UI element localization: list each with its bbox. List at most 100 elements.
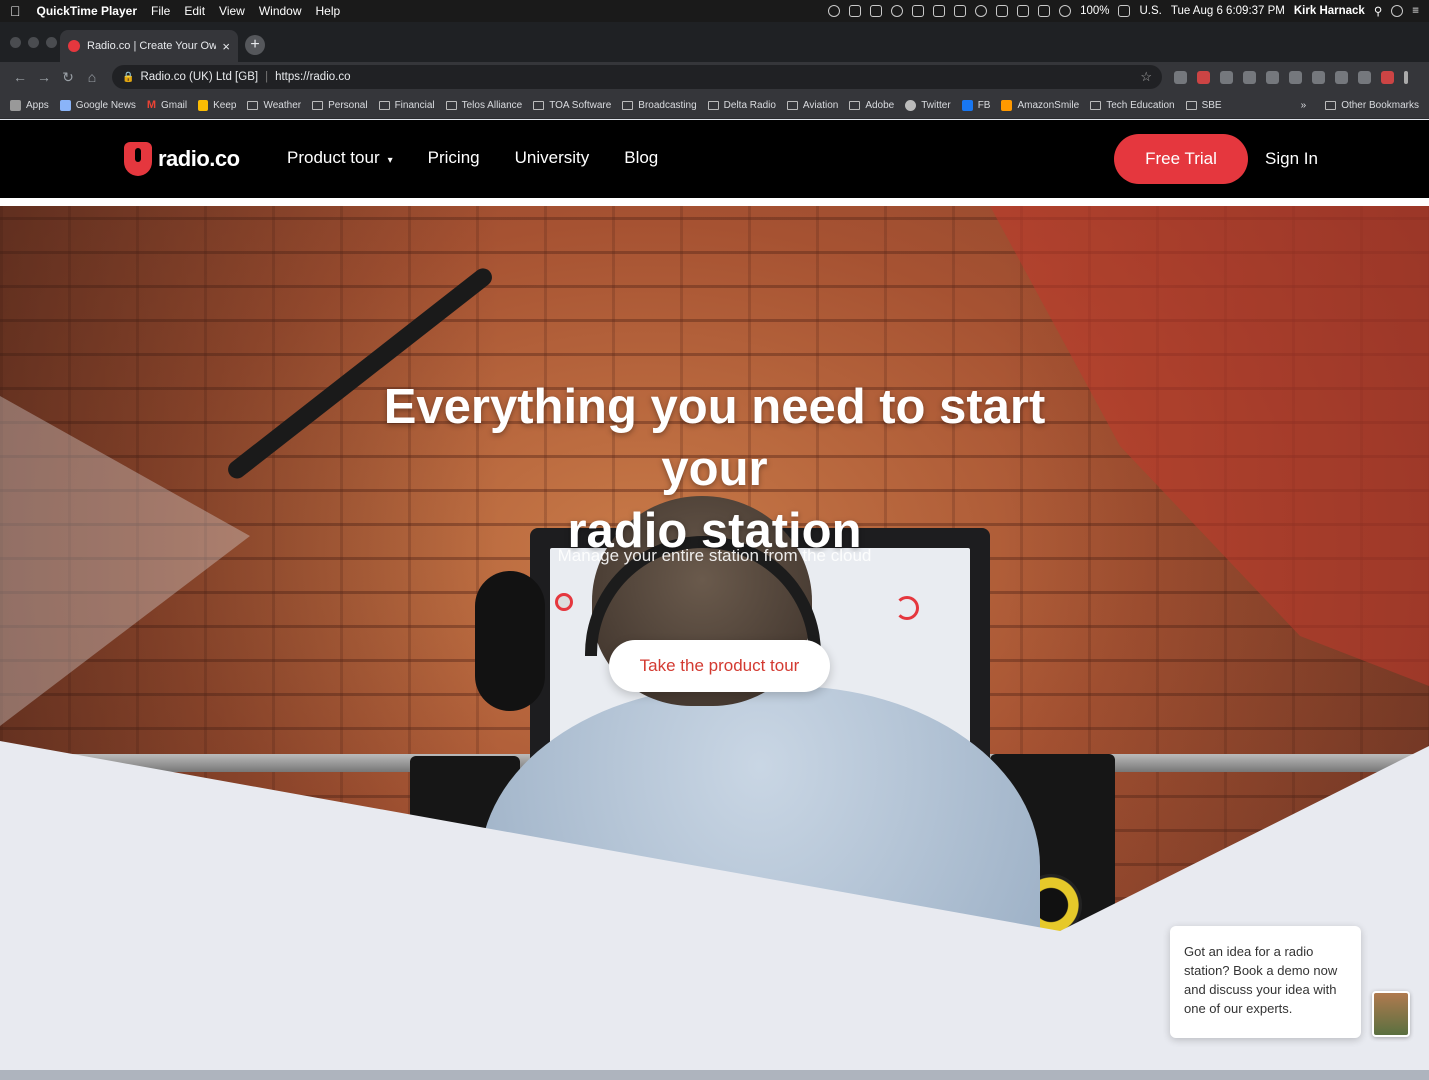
dropbox-icon[interactable] <box>849 5 862 17</box>
sign-in-link[interactable]: Sign In <box>1265 149 1318 169</box>
menu-app-name[interactable]: QuickTime Player <box>37 4 138 18</box>
siri-icon[interactable] <box>1391 5 1404 17</box>
nav-blog[interactable]: Blog <box>624 148 658 168</box>
zoom-window-icon[interactable] <box>46 37 57 48</box>
bookmarks-overflow-icon[interactable]: » <box>1301 100 1307 111</box>
lock-icon[interactable]: 🔒 <box>122 72 134 83</box>
bookmark-sbe[interactable]: SBE <box>1185 99 1222 111</box>
bookmark-twitter[interactable]: Twitter <box>905 99 951 111</box>
time-machine-icon[interactable] <box>975 5 988 17</box>
chat-agent-avatar[interactable] <box>1372 991 1410 1037</box>
free-trial-button[interactable]: Free Trial <box>1114 134 1248 184</box>
bookmark-financial[interactable]: Financial <box>378 100 435 111</box>
battery-icon[interactable] <box>1118 5 1131 17</box>
hero-subline: Manage your entire station from the clou… <box>557 546 872 565</box>
bookmark-broadcasting[interactable]: Broadcasting <box>622 100 697 111</box>
bookmark-amazonsmile[interactable]: AmazonSmile <box>1001 99 1079 111</box>
close-window-icon[interactable] <box>10 37 21 48</box>
back-icon[interactable]: ← <box>8 69 32 85</box>
clock[interactable]: Tue Aug 6 6:09:37 PM <box>1171 5 1285 17</box>
bookmark-other[interactable]: » Other Bookmarks <box>1301 100 1419 111</box>
hero-headline: Everything you need to start your radio … <box>0 376 1429 562</box>
main-nav: Product tour ▾ Pricing University Blog <box>287 148 658 168</box>
bluetooth-icon[interactable] <box>996 5 1009 17</box>
url-text[interactable]: https://radio.co <box>275 71 350 83</box>
bookmark-apps[interactable]: Apps <box>10 99 49 111</box>
bookmark-tech-education[interactable]: Tech Education <box>1090 100 1175 111</box>
reload-icon[interactable]: ↻ <box>56 69 80 86</box>
bookmark-delta-radio[interactable]: Delta Radio <box>707 100 776 111</box>
wifi-icon[interactable] <box>1059 5 1072 17</box>
volume-icon[interactable] <box>1038 5 1051 17</box>
menu-help[interactable]: Help <box>316 4 341 18</box>
chrome-menu-icon[interactable] <box>1404 70 1408 84</box>
bookmark-gmail[interactable]: M Gmail <box>147 99 187 111</box>
vpn-icon[interactable] <box>954 5 967 17</box>
address-bar[interactable]: 🔒 Radio.co (UK) Ltd [GB] | https://radio… <box>112 65 1162 89</box>
menu-view[interactable]: View <box>219 4 245 18</box>
apple-icon[interactable]:  <box>10 3 21 19</box>
chat-bubble[interactable]: Got an idea for a radio station? Book a … <box>1170 926 1361 1038</box>
close-tab-icon[interactable]: × <box>222 39 230 54</box>
bookmark-fb[interactable]: FB <box>961 99 990 111</box>
extension-2-icon[interactable] <box>1197 70 1210 84</box>
extension-1-icon[interactable] <box>1174 70 1187 84</box>
bookmark-google-news[interactable]: Google News <box>59 99 136 111</box>
forward-icon[interactable]: → <box>32 69 56 85</box>
bookmark-aviation[interactable]: Aviation <box>786 100 838 111</box>
extension-3-icon[interactable] <box>1220 70 1233 84</box>
spotlight-icon[interactable]: ⚲ <box>1374 4 1382 18</box>
microphone <box>475 571 545 711</box>
menu-edit[interactable]: Edit <box>184 4 205 18</box>
bookmark-weather[interactable]: Weather <box>247 100 301 111</box>
menu-file[interactable]: File <box>151 4 170 18</box>
menu-window[interactable]: Window <box>259 4 302 18</box>
battery-percent[interactable]: 100% <box>1080 5 1109 17</box>
bookmark-personal[interactable]: Personal <box>312 100 368 111</box>
chevron-down-icon: ▾ <box>387 155 393 166</box>
browser-tab-active[interactable]: Radio.co | Create Your Own In × <box>60 30 238 62</box>
bookmark-toa-software[interactable]: TOA Software <box>533 100 611 111</box>
apps-grid-icon <box>10 99 21 111</box>
nav-pricing[interactable]: Pricing <box>428 148 480 168</box>
tab-title: Radio.co | Create Your Own In <box>87 40 217 52</box>
extension-7-icon[interactable] <box>1312 70 1325 84</box>
extension-5-icon[interactable] <box>1266 70 1279 84</box>
screen-loading-icon <box>895 596 919 620</box>
bookmark-label: Twitter <box>921 99 951 111</box>
extension-4-icon[interactable] <box>1243 70 1256 84</box>
browser-toolbar: ← → ↻ ⌂ 🔒 Radio.co (UK) Ltd [GB] | https… <box>0 62 1429 92</box>
folder-icon <box>707 100 719 110</box>
site-logo[interactable]: radio.co <box>124 142 240 176</box>
nav-university[interactable]: University <box>515 148 590 168</box>
bookmark-keep[interactable]: Keep <box>198 99 236 111</box>
bookmark-star-icon[interactable]: ☆ <box>1140 69 1152 85</box>
product-tour-button[interactable]: Take the product tour <box>609 640 830 692</box>
new-tab-button[interactable]: + <box>245 35 265 55</box>
extension-8-icon[interactable] <box>1335 70 1348 84</box>
address-separator: | <box>265 71 269 83</box>
notes-icon[interactable] <box>870 5 883 17</box>
folder-icon <box>247 100 259 110</box>
cast-icon[interactable] <box>1358 70 1371 84</box>
profile-avatar-icon[interactable] <box>1381 70 1394 84</box>
bookmark-label: SBE <box>1201 99 1222 111</box>
input-source[interactable]: U.S. <box>1139 5 1161 17</box>
notification-center-icon[interactable]: ≡ <box>1412 5 1419 17</box>
record-icon[interactable] <box>828 5 841 17</box>
globe-icon[interactable] <box>891 5 904 17</box>
bookmark-telos-alliance[interactable]: Telos Alliance <box>445 100 522 111</box>
phone-icon[interactable] <box>1017 5 1030 17</box>
home-icon[interactable]: ⌂ <box>80 69 104 85</box>
nav-product-tour[interactable]: Product tour ▾ <box>287 148 393 168</box>
user-name[interactable]: Kirk Harnack <box>1294 5 1365 17</box>
folder-icon <box>312 100 324 110</box>
nav-label: Product tour <box>287 148 380 167</box>
gmail-icon: M <box>146 99 156 111</box>
display-icon[interactable] <box>933 5 946 17</box>
shield-icon[interactable] <box>912 5 925 17</box>
minimize-window-icon[interactable] <box>28 37 39 48</box>
window-controls <box>10 37 57 48</box>
extension-6-icon[interactable] <box>1289 70 1302 84</box>
bookmark-adobe[interactable]: Adobe <box>849 100 894 111</box>
